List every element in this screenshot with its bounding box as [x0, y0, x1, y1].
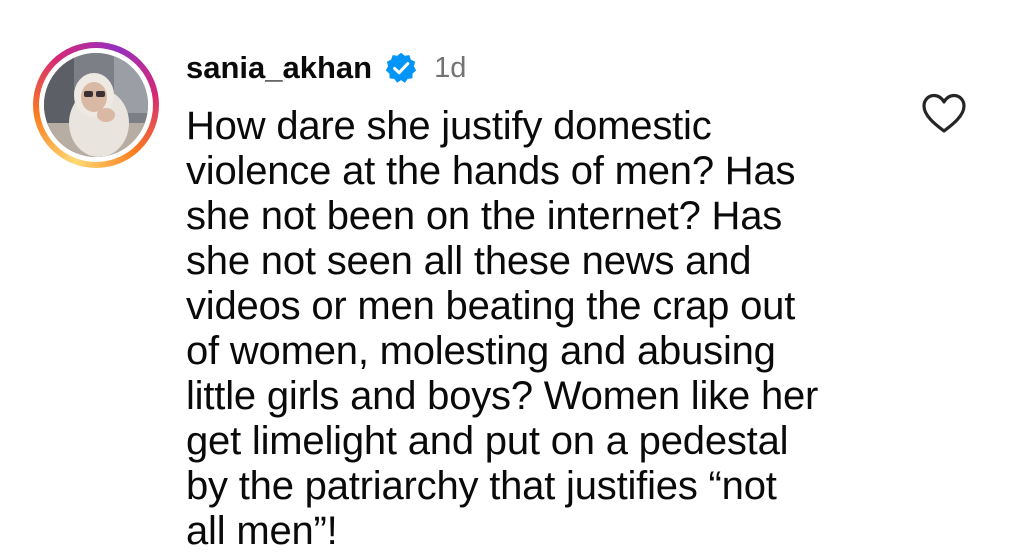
like-button[interactable] — [921, 92, 967, 134]
avatar[interactable] — [44, 53, 148, 157]
timestamp: 1d — [434, 51, 467, 84]
comment: sania_akhan 1d How dare she justify dome… — [0, 0, 1024, 553]
comment-header: sania_akhan 1d — [186, 46, 466, 90]
profile-photo-icon — [44, 53, 148, 157]
heart-outline-icon — [922, 93, 966, 133]
comment-text: How dare she justify domestic violence a… — [186, 104, 819, 553]
story-ring[interactable] — [33, 42, 159, 168]
verified-badge-icon — [384, 51, 418, 85]
username[interactable]: sania_akhan — [186, 50, 372, 86]
